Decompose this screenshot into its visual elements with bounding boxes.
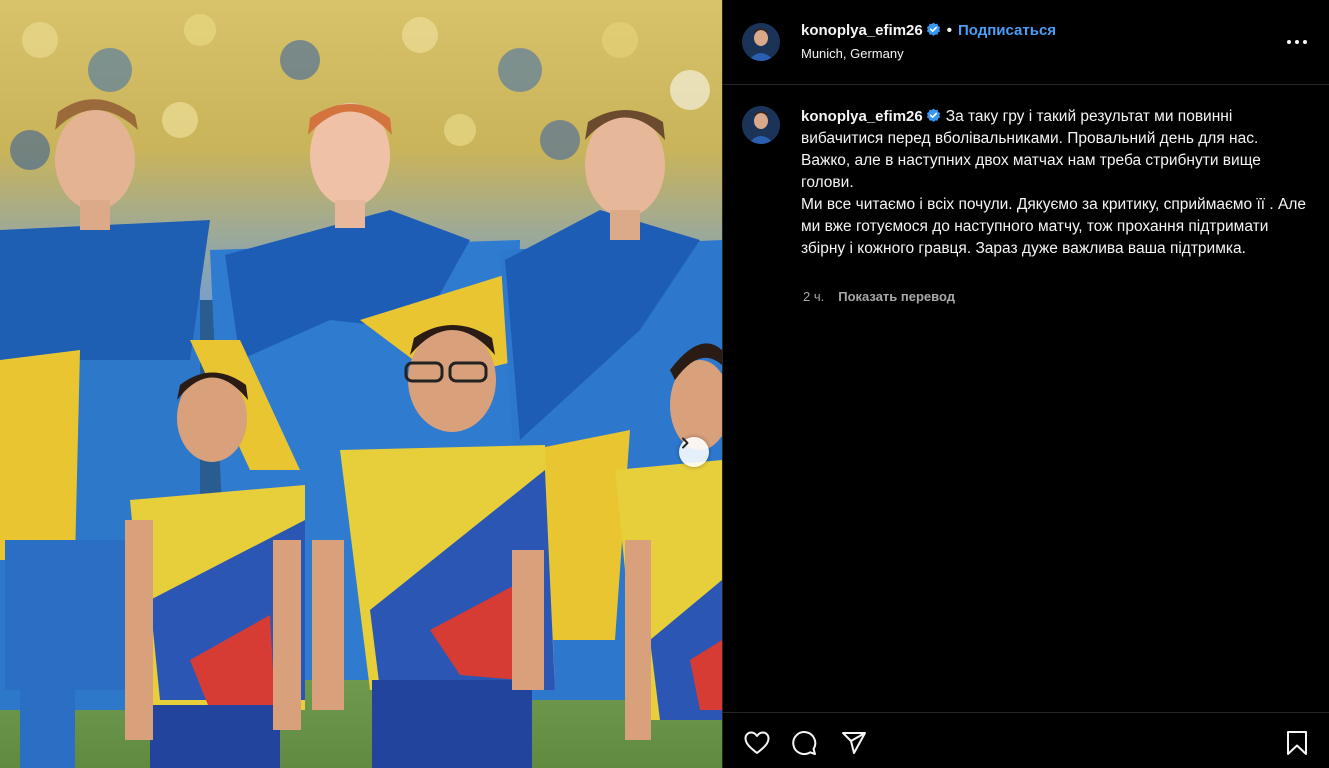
location-link[interactable]: Munich, Germany xyxy=(801,46,904,61)
caption-paragraph-1: konoplya_efim26 За таку гру і такий резул… xyxy=(801,106,1311,194)
post-photo[interactable] xyxy=(0,0,722,768)
username-link[interactable]: konoplya_efim26 xyxy=(801,22,923,39)
profile-picture xyxy=(742,106,780,144)
avatar[interactable] xyxy=(742,23,780,61)
action-bar xyxy=(723,712,1329,768)
bookmark-icon xyxy=(1287,731,1307,755)
post-header: konoplya_efim26 • Подписаться Munich, Germ… xyxy=(723,0,1329,85)
share-icon xyxy=(842,732,866,754)
caption-username-link[interactable]: konoplya_efim26 xyxy=(801,108,923,125)
comment-icon xyxy=(792,731,817,756)
like-button[interactable] xyxy=(743,729,771,757)
chevron-right-icon xyxy=(682,437,689,449)
profile-picture xyxy=(742,23,780,61)
comment-button[interactable] xyxy=(790,729,818,757)
more-options-icon xyxy=(1287,40,1307,44)
instagram-post: konoplya_efim26 • Подписаться Munich, Germ… xyxy=(0,0,1329,768)
next-photo-button[interactable] xyxy=(679,437,709,467)
more-options-button[interactable] xyxy=(1285,32,1309,52)
separator-dot: • xyxy=(946,22,952,39)
caption-meta: 2 ч. Показать перевод xyxy=(803,289,955,304)
post-side-panel: konoplya_efim26 • Подписаться Munich, Germ… xyxy=(722,0,1329,768)
post-timestamp[interactable]: 2 ч. xyxy=(803,289,824,304)
heart-icon xyxy=(744,731,770,754)
team-lineup-photo xyxy=(0,0,722,768)
verified-badge-icon xyxy=(926,22,940,36)
header-title-row: konoplya_efim26 • Подписаться xyxy=(801,22,1056,39)
caption-text: konoplya_efim26 За таку гру і такий резул… xyxy=(801,106,1311,260)
caption-paragraph-2: Ми все читаємо і всіх почули. Дякуємо за… xyxy=(801,196,1307,257)
share-button[interactable] xyxy=(840,729,868,757)
verified-badge-icon xyxy=(926,108,940,122)
save-button[interactable] xyxy=(1283,729,1311,757)
show-translation-button[interactable]: Показать перевод xyxy=(838,289,955,304)
avatar[interactable] xyxy=(742,106,780,144)
follow-button[interactable]: Подписаться xyxy=(958,22,1056,39)
